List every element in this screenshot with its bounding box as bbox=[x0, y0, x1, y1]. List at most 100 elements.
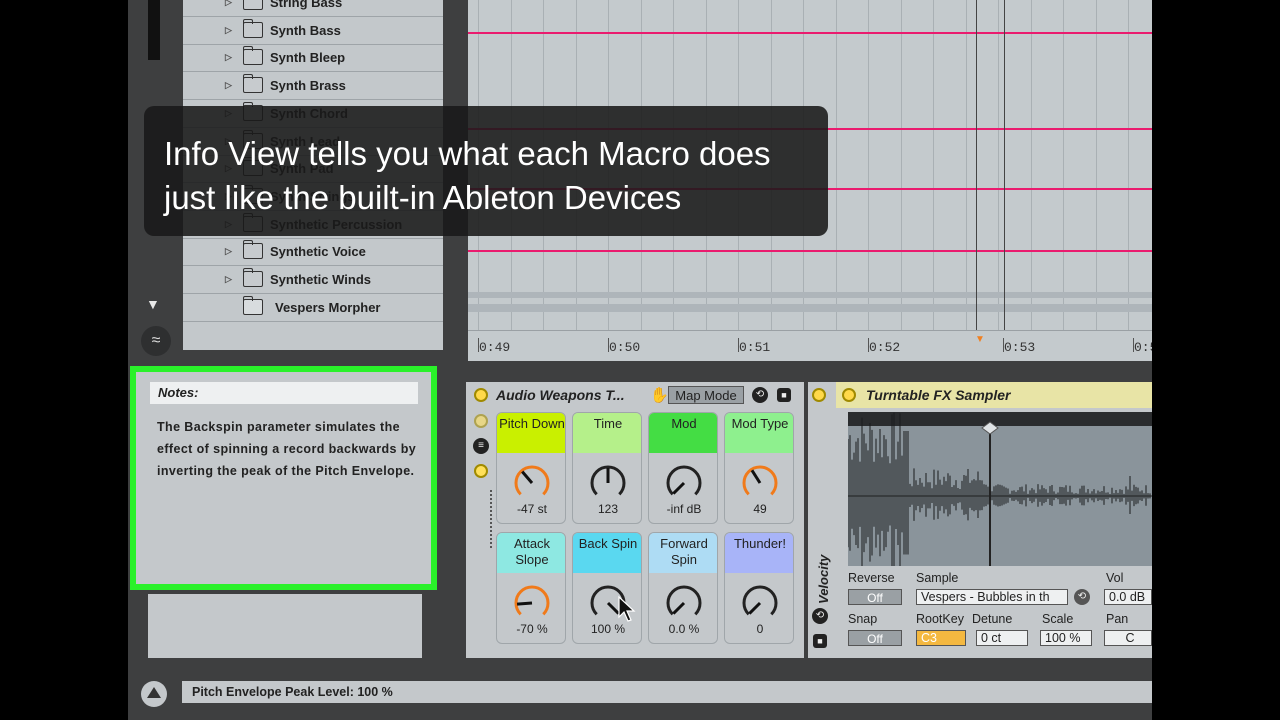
grid-line bbox=[868, 0, 869, 330]
grid-line bbox=[998, 0, 999, 330]
knob-dial-icon[interactable] bbox=[512, 583, 552, 619]
browser-item[interactable]: ▷ Synth Brass bbox=[183, 73, 443, 101]
expand-triangle-icon[interactable]: ▷ bbox=[225, 80, 232, 91]
knob-dial-icon[interactable] bbox=[512, 463, 552, 499]
browser-item[interactable]: ▷ Synthetic Voice bbox=[183, 239, 443, 267]
knob-needle bbox=[672, 601, 686, 615]
info-view-text: The Backspin parameter simulates the eff… bbox=[157, 420, 417, 478]
macro-name[interactable]: Pitch Down bbox=[497, 413, 565, 453]
expand-triangle-icon[interactable]: ▷ bbox=[225, 25, 232, 36]
browser-item-label: String Bass bbox=[270, 0, 343, 10]
expand-triangle-icon[interactable]: ▷ bbox=[225, 246, 232, 257]
folder-icon bbox=[243, 74, 263, 94]
time-ruler[interactable] bbox=[468, 330, 1152, 361]
expand-triangle-icon[interactable]: ▷ bbox=[225, 52, 232, 63]
automation-line[interactable] bbox=[468, 250, 1152, 252]
sampler-power-icon[interactable] bbox=[842, 388, 856, 402]
browser-item[interactable]: ▷ Synthetic Winds bbox=[183, 267, 443, 294]
macro-value: -47 st bbox=[516, 502, 547, 516]
macro-knob-3[interactable]: Mod -inf dB bbox=[648, 412, 718, 524]
knob-dial-icon[interactable] bbox=[740, 583, 780, 619]
ableton-live-window: ▼ ≈ ▷ String Bass ▷ Synth Bass ▷ Synth Bleep ▷… bbox=[128, 0, 1152, 720]
scale-field[interactable]: 100 % bbox=[1040, 630, 1092, 646]
track-separator bbox=[468, 304, 1152, 312]
browser-item-label: Synthetic Winds bbox=[270, 272, 372, 287]
velocity-save-icon[interactable]: ■ bbox=[813, 634, 827, 648]
chain-toggle-icon[interactable] bbox=[474, 464, 488, 478]
caption-line-2: just like the built-in Ableton Devices bbox=[164, 179, 682, 216]
macro-name[interactable]: Forward Spin bbox=[649, 533, 717, 573]
knob-needle bbox=[521, 470, 534, 484]
macro-name[interactable]: Thunder! bbox=[725, 533, 793, 573]
browser-scrollbar[interactable] bbox=[148, 0, 160, 60]
browser-item[interactable]: ▷ Synth Bleep bbox=[183, 45, 443, 73]
ruler-tick-label: 0:51 bbox=[739, 340, 771, 355]
hand-icon[interactable]: ✋ bbox=[650, 386, 669, 404]
rack-power-icon[interactable] bbox=[474, 388, 488, 402]
info-view-highlight: Notes: The Backspin parameter simulates … bbox=[130, 366, 437, 590]
hot-swap-icon[interactable]: ⟲ bbox=[752, 387, 768, 403]
detune-field[interactable]: 0 ct bbox=[976, 630, 1028, 646]
reverse-toggle[interactable]: Off bbox=[848, 589, 902, 605]
macro-knob-7[interactable]: Forward Spin 0.0 % bbox=[648, 532, 718, 644]
macro-name[interactable]: Mod Type bbox=[725, 413, 793, 453]
expand-triangle-icon[interactable]: ▷ bbox=[225, 274, 232, 285]
macro-knob-5[interactable]: Attack Slope -70 % bbox=[496, 532, 566, 644]
macro-toggle-icon[interactable] bbox=[474, 414, 488, 428]
loop-marker-line bbox=[1004, 0, 1005, 330]
knob-arc bbox=[666, 585, 702, 616]
velocity-hot-swap-icon[interactable]: ⟲ bbox=[812, 608, 828, 624]
browser-item[interactable]: ▷ String Bass bbox=[183, 0, 443, 17]
hot-swap-icon[interactable]: ≈ bbox=[141, 326, 171, 356]
expand-info-icon[interactable] bbox=[141, 681, 167, 707]
snap-toggle[interactable]: Off bbox=[848, 630, 902, 646]
macro-name[interactable]: Attack Slope bbox=[497, 533, 565, 573]
macro-name[interactable]: Back Spin bbox=[573, 533, 641, 573]
save-preset-icon[interactable]: ■ bbox=[777, 388, 791, 402]
macro-knob-8[interactable]: Thunder! 0 bbox=[724, 532, 794, 644]
knob-arc bbox=[742, 585, 778, 616]
sampler-title[interactable]: Turntable FX Sampler bbox=[866, 387, 1010, 403]
browser-item[interactable]: Vespers Morpher bbox=[183, 295, 443, 322]
knob-needle bbox=[672, 481, 686, 495]
browser-item-label: Synth Bass bbox=[270, 22, 341, 38]
vol-field[interactable]: 0.0 dB bbox=[1104, 589, 1152, 605]
macro-name[interactable]: Time bbox=[573, 413, 641, 453]
rack-title[interactable]: Audio Weapons T... bbox=[496, 387, 625, 403]
macro-knob-4[interactable]: Mod Type 49 bbox=[724, 412, 794, 524]
rootkey-field[interactable]: C3 bbox=[916, 630, 966, 646]
map-mode-button[interactable]: Map Mode bbox=[668, 386, 744, 404]
knob-dial-icon[interactable] bbox=[740, 463, 780, 499]
scroll-down-arrow-icon[interactable]: ▼ bbox=[146, 296, 160, 312]
knob-dial-icon[interactable] bbox=[664, 583, 704, 619]
info-view-title: Notes: bbox=[150, 382, 418, 404]
snap-label: Snap bbox=[848, 612, 878, 626]
expand-triangle-icon[interactable]: ▷ bbox=[225, 0, 232, 8]
folder-icon bbox=[243, 18, 263, 38]
macro-knob-1[interactable]: Pitch Down -47 st bbox=[496, 412, 566, 524]
browser-item[interactable]: ▷ Synth Bass bbox=[183, 18, 443, 45]
macro-knob-6[interactable]: Back Spin 100 % bbox=[572, 532, 642, 644]
device-divider bbox=[804, 382, 808, 658]
knob-dial-icon[interactable] bbox=[664, 463, 704, 499]
macro-name[interactable]: Mod bbox=[649, 413, 717, 453]
knob-arc bbox=[514, 585, 550, 616]
resize-handle[interactable] bbox=[490, 490, 495, 548]
grid-line bbox=[836, 0, 837, 330]
macro-knob-2[interactable]: Time 123 bbox=[572, 412, 642, 524]
velocity-device-title[interactable]: Velocity bbox=[816, 555, 831, 604]
grid-line bbox=[1063, 0, 1064, 330]
velocity-power-icon[interactable] bbox=[812, 388, 826, 402]
ruler-tick-label: 0:50 bbox=[609, 340, 641, 355]
sample-hot-swap-icon[interactable]: ⟲ bbox=[1074, 589, 1090, 605]
list-icon[interactable]: ≡ bbox=[473, 438, 489, 454]
status-text: Pitch Envelope Peak Level: 100 % bbox=[182, 681, 1152, 703]
knob-dial-icon[interactable] bbox=[588, 463, 628, 499]
automation-line[interactable] bbox=[468, 32, 1152, 34]
ruler-tick-label: 0:5 bbox=[1134, 340, 1152, 355]
sample-waveform[interactable] bbox=[847, 412, 1152, 572]
sample-name-field[interactable]: Vespers - Bubbles in th bbox=[916, 589, 1068, 605]
folder-icon bbox=[243, 268, 263, 287]
pan-field[interactable]: C bbox=[1104, 630, 1152, 646]
folder-icon bbox=[243, 46, 263, 66]
